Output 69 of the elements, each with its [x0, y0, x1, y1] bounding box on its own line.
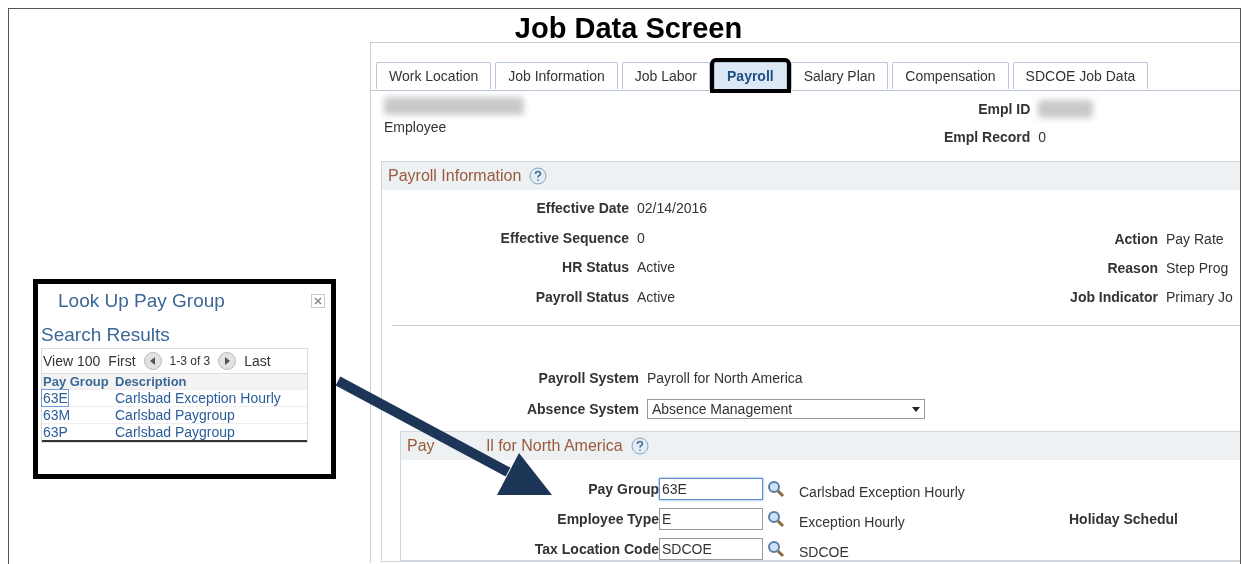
caret-icon — [912, 407, 920, 413]
field-description: Carlsbad Exception Hourly — [799, 483, 965, 500]
page-range: 1-3 of 3 — [169, 354, 211, 368]
help-icon[interactable] — [630, 437, 649, 455]
description-cell: Carlsbad Exception Hourly — [114, 390, 281, 406]
field-label: Absence System — [525, 401, 639, 417]
section-title: Pay — [407, 437, 435, 455]
previous-icon[interactable] — [143, 352, 162, 370]
field-value: Active — [637, 288, 677, 305]
view-link[interactable]: View 100 — [43, 353, 101, 369]
popup-title: Look Up Pay Group — [58, 290, 225, 312]
tab[interactable]: Compensation — [892, 62, 1009, 89]
first-link[interactable]: First — [108, 353, 136, 369]
description-cell: Carlsbad Paygroup — [114, 424, 235, 440]
field-label: Tax Location Code — [533, 541, 659, 557]
result-row[interactable]: 63E Carlsbad Exception Hourly — [42, 390, 307, 407]
section-title: Payroll Information — [388, 167, 522, 185]
description-cell: Carlsbad Paygroup — [114, 407, 235, 423]
field-label: Holiday Schedul — [1068, 511, 1179, 527]
field-label: Reason — [1106, 260, 1158, 276]
help-icon[interactable] — [529, 167, 548, 185]
section-title: ll for North America — [486, 437, 623, 455]
field-value: Step Prog — [1166, 260, 1230, 276]
field-value: Active — [637, 259, 677, 276]
result-row[interactable]: 63M Carlsbad Paygroup — [42, 407, 307, 424]
result-row[interactable]: 63P Carlsbad Paygroup — [42, 424, 307, 442]
input-field[interactable]: 63E — [659, 478, 763, 500]
field-label: Empl Record — [944, 128, 1031, 145]
field-label: Action — [1113, 231, 1158, 247]
tab[interactable]: Job Labor — [621, 62, 710, 89]
column-header: Pay Group — [42, 374, 114, 389]
tab[interactable]: Job Information — [495, 62, 618, 89]
tab[interactable]: SDCOE Job Data — [1012, 62, 1149, 89]
pay-group-link[interactable]: 63E — [42, 390, 68, 406]
column-header: Description — [114, 374, 307, 389]
field-label: Effective Date — [535, 200, 629, 217]
field-value: Payroll for North America — [647, 370, 804, 386]
input-field[interactable]: E — [659, 508, 763, 530]
field-label: Payroll System — [537, 370, 639, 386]
field-description: Exception Hourly — [799, 513, 905, 530]
tab[interactable]: Work Location — [376, 62, 492, 89]
field-label: Effective Sequence — [499, 229, 629, 246]
field-label: Job Indicator — [1069, 289, 1158, 305]
blurred-id — [1038, 99, 1094, 118]
field-label: Employee Type — [556, 511, 659, 527]
field-label: HR Status — [561, 259, 629, 276]
pay-group-link[interactable]: 63M — [42, 407, 71, 423]
field-label: Pay Group — [587, 481, 659, 497]
field-label: Empl ID — [977, 100, 1031, 117]
field-value: 0 — [1038, 128, 1048, 145]
field-label: Payroll Status — [534, 288, 629, 305]
close-icon[interactable] — [311, 294, 325, 308]
next-icon[interactable] — [218, 352, 237, 370]
employee-role: Employee — [384, 119, 448, 135]
popup-subtitle: Search Results — [41, 324, 171, 346]
magnifier-icon[interactable] — [767, 540, 785, 558]
tab[interactable]: Salary Plan — [790, 62, 889, 89]
pay-group-link[interactable]: 63P — [42, 424, 68, 440]
field-value: 0 — [637, 229, 646, 246]
field-value: 02/14/2016 — [637, 200, 709, 217]
magnifier-icon[interactable] — [767, 510, 785, 528]
field-description: SDCOE — [799, 543, 849, 560]
field-value: Primary Jo — [1166, 289, 1234, 305]
page-title: Job Data Screen — [514, 11, 743, 42]
magnifier-icon[interactable] — [767, 480, 785, 498]
absence-system-select[interactable]: Absence Management — [647, 399, 925, 419]
field-value: Pay Rate — [1166, 231, 1225, 247]
last-link[interactable]: Last — [244, 353, 271, 369]
input-field[interactable]: SDCOE — [659, 538, 763, 560]
